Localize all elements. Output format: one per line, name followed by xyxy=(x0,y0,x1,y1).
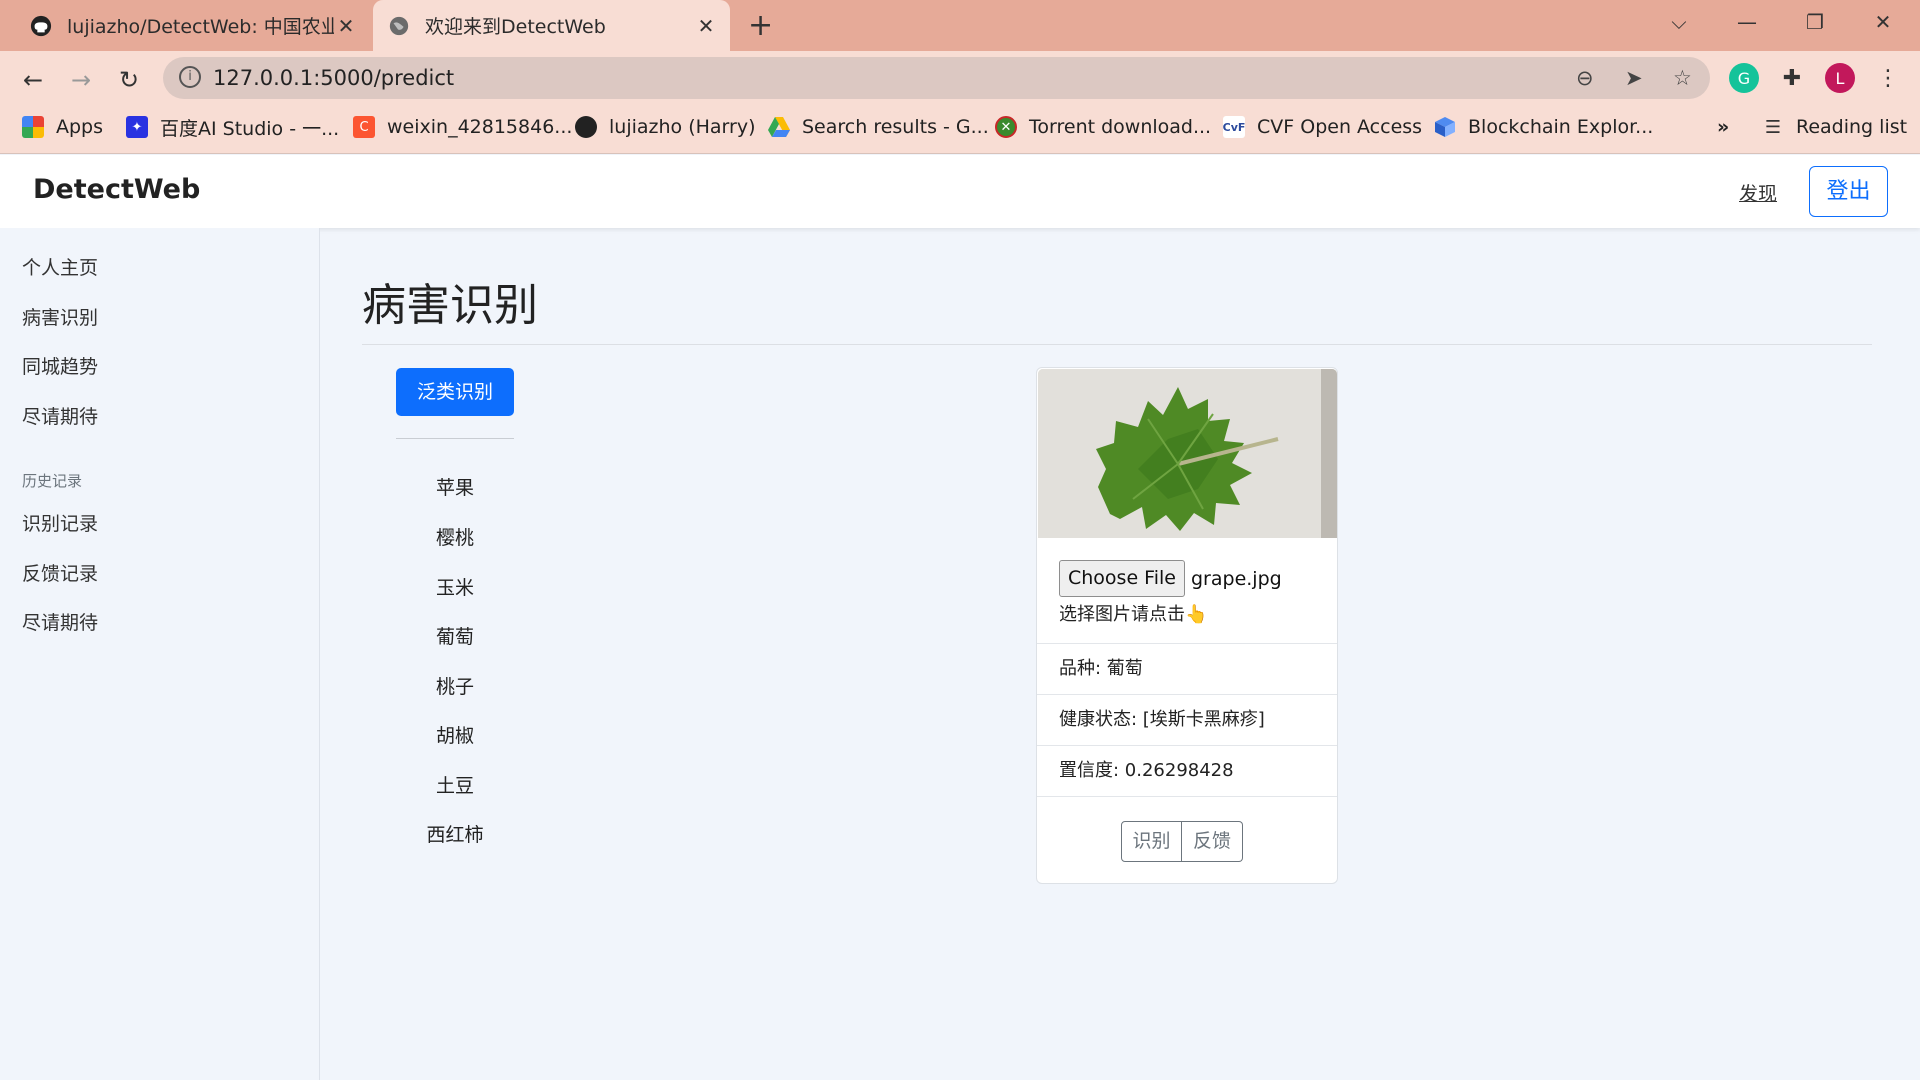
choose-file-button[interactable]: Choose File xyxy=(1059,560,1185,597)
restore-icon[interactable]: ❐ xyxy=(1781,0,1849,44)
profile-avatar[interactable]: L xyxy=(1825,63,1855,93)
bookmark-drive[interactable]: Search results - G... xyxy=(768,112,989,142)
sidebar-item-recognition-history[interactable]: 识别记录 xyxy=(22,509,98,536)
blockchain-icon xyxy=(1434,116,1456,138)
github-icon xyxy=(575,116,597,138)
site-info-icon[interactable]: i xyxy=(179,66,201,88)
tab-title: 欢迎来到DetectWeb xyxy=(425,16,606,38)
globe-icon xyxy=(387,14,411,38)
bookmark-label: lujiazho (Harry) xyxy=(609,116,756,138)
bookmark-label: Torrent download... xyxy=(1029,116,1212,138)
discover-link[interactable]: 发现 xyxy=(1739,179,1777,206)
close-tab-icon[interactable]: ✕ xyxy=(334,14,358,38)
back-icon[interactable]: ← xyxy=(16,63,50,97)
category-grape[interactable]: 葡萄 xyxy=(396,622,514,649)
selected-file-name: grape.jpg xyxy=(1191,567,1282,590)
bookmark-aistudio[interactable]: ✦ 百度AI Studio - 一... xyxy=(126,112,339,142)
grammarly-icon[interactable]: G xyxy=(1729,63,1759,93)
bookmark-cvf[interactable]: CvF CVF Open Access xyxy=(1223,112,1422,142)
close-tab-icon[interactable]: ✕ xyxy=(694,14,718,38)
new-tab-button[interactable]: + xyxy=(748,8,773,43)
category-apple[interactable]: 苹果 xyxy=(396,473,514,500)
apps-grid-icon xyxy=(22,116,44,138)
bookmark-csdn[interactable]: C weixin_42815846... xyxy=(353,112,572,142)
action-button-group: 识别 反馈 xyxy=(1121,821,1243,862)
bookmark-label: Apps xyxy=(56,116,104,138)
github-icon xyxy=(29,14,53,38)
url-text[interactable]: 127.0.0.1:5000/predict xyxy=(213,66,454,90)
category-cherry[interactable]: 樱桃 xyxy=(396,523,514,550)
category-pepper[interactable]: 胡椒 xyxy=(396,721,514,748)
logout-button[interactable]: 登出 xyxy=(1809,166,1888,217)
site-navbar: DetectWeb 发现 登出 xyxy=(0,155,1920,228)
bookmark-github[interactable]: lujiazho (Harry) xyxy=(575,112,756,142)
extensions-puzzle-icon[interactable]: ✚ xyxy=(1777,63,1807,93)
zoom-icon[interactable]: ⊖ xyxy=(1576,66,1594,90)
prediction-card: Choose File grape.jpg 选择图片请点击👆 品种: 葡萄 健康… xyxy=(1036,367,1338,884)
bookmark-torrent[interactable]: ✕ Torrent download... xyxy=(995,112,1211,142)
page-title: 病害识别 xyxy=(362,280,538,331)
sidebar-item-coming-soon-2[interactable]: 尽请期待 xyxy=(22,608,98,635)
category-corn[interactable]: 玉米 xyxy=(396,573,514,600)
bookmark-star-icon[interactable]: ☆ xyxy=(1673,66,1692,90)
torrent-icon: ✕ xyxy=(995,116,1017,138)
bookmark-blockchain[interactable]: Blockchain Explor... xyxy=(1434,112,1653,142)
brand-logo[interactable]: DetectWeb xyxy=(33,174,200,205)
grape-leaf-image xyxy=(1038,369,1337,538)
reading-list-label: Reading list xyxy=(1796,116,1908,138)
address-bar[interactable]: i 127.0.0.1:5000/predict ⊖ ➤ ☆ xyxy=(163,57,1710,99)
sidebar-history-heading: 历史记录 xyxy=(22,472,83,490)
minimize-icon[interactable]: — xyxy=(1713,0,1781,44)
variety-result: 品种: 葡萄 xyxy=(1037,643,1337,694)
sidebar-item-coming-soon[interactable]: 尽请期待 xyxy=(22,402,98,429)
health-status-result: 健康状态: [埃斯卡黑麻疹] xyxy=(1037,694,1337,745)
confidence-result: 置信度: 0.26298428 xyxy=(1037,745,1337,796)
bookmark-label: weixin_42815846... xyxy=(387,116,573,138)
category-potato[interactable]: 土豆 xyxy=(396,771,514,798)
upload-hint: 选择图片请点击👆 xyxy=(1059,604,1208,625)
category-divider xyxy=(396,438,514,439)
general-recognition-button[interactable]: 泛类识别 xyxy=(396,368,514,416)
sidebar-item-feedback-history[interactable]: 反馈记录 xyxy=(22,559,98,586)
sidebar-item-disease-recognition[interactable]: 病害识别 xyxy=(22,303,98,330)
bookmark-label: Blockchain Explor... xyxy=(1468,116,1654,138)
sidebar-item-local-trends[interactable]: 同城趋势 xyxy=(22,352,98,379)
category-tomato[interactable]: 西红柿 xyxy=(396,820,514,847)
drive-icon xyxy=(768,116,790,138)
close-window-icon[interactable]: ✕ xyxy=(1849,0,1917,44)
sidebar: 个人主页 病害识别 同城趋势 尽请期待 历史记录 识别记录 反馈记录 尽请期待 xyxy=(0,228,320,1080)
cvf-icon: CvF xyxy=(1223,116,1245,138)
forward-icon[interactable]: → xyxy=(64,63,98,97)
browser-tab-github[interactable]: lujiazho/DetectWeb: 中国农业大学 ✕ xyxy=(15,0,370,51)
reload-icon[interactable]: ↻ xyxy=(112,63,146,97)
bookmark-label: CVF Open Access xyxy=(1257,116,1423,138)
bookmark-label: 百度AI Studio - 一... xyxy=(160,117,340,140)
file-input-row: Choose File grape.jpg xyxy=(1059,560,1282,597)
reading-list-button[interactable]: ☰ Reading list xyxy=(1762,112,1907,142)
reading-list-icon: ☰ xyxy=(1764,116,1782,138)
bookmark-apps[interactable]: Apps xyxy=(22,112,103,142)
category-peach[interactable]: 桃子 xyxy=(396,672,514,699)
identify-button[interactable]: 识别 xyxy=(1121,821,1182,862)
csdn-icon: C xyxy=(353,116,375,138)
aistudio-icon: ✦ xyxy=(126,116,148,138)
send-icon[interactable]: ➤ xyxy=(1625,66,1643,90)
title-divider xyxy=(362,344,1872,345)
more-bookmarks-button[interactable]: » xyxy=(1717,112,1729,142)
feedback-button[interactable]: 反馈 xyxy=(1182,821,1243,862)
bookmark-label: Search results - G... xyxy=(802,116,989,138)
tab-title: lujiazho/DetectWeb: 中国农业大学 xyxy=(67,16,334,38)
tab-search-chevron-icon[interactable]: ⌵ xyxy=(1645,0,1713,44)
sidebar-item-profile[interactable]: 个人主页 xyxy=(22,253,98,280)
browser-tab-detectweb[interactable]: 欢迎来到DetectWeb ✕ xyxy=(373,0,730,51)
menu-kebab-icon[interactable]: ⋮ xyxy=(1873,63,1903,93)
